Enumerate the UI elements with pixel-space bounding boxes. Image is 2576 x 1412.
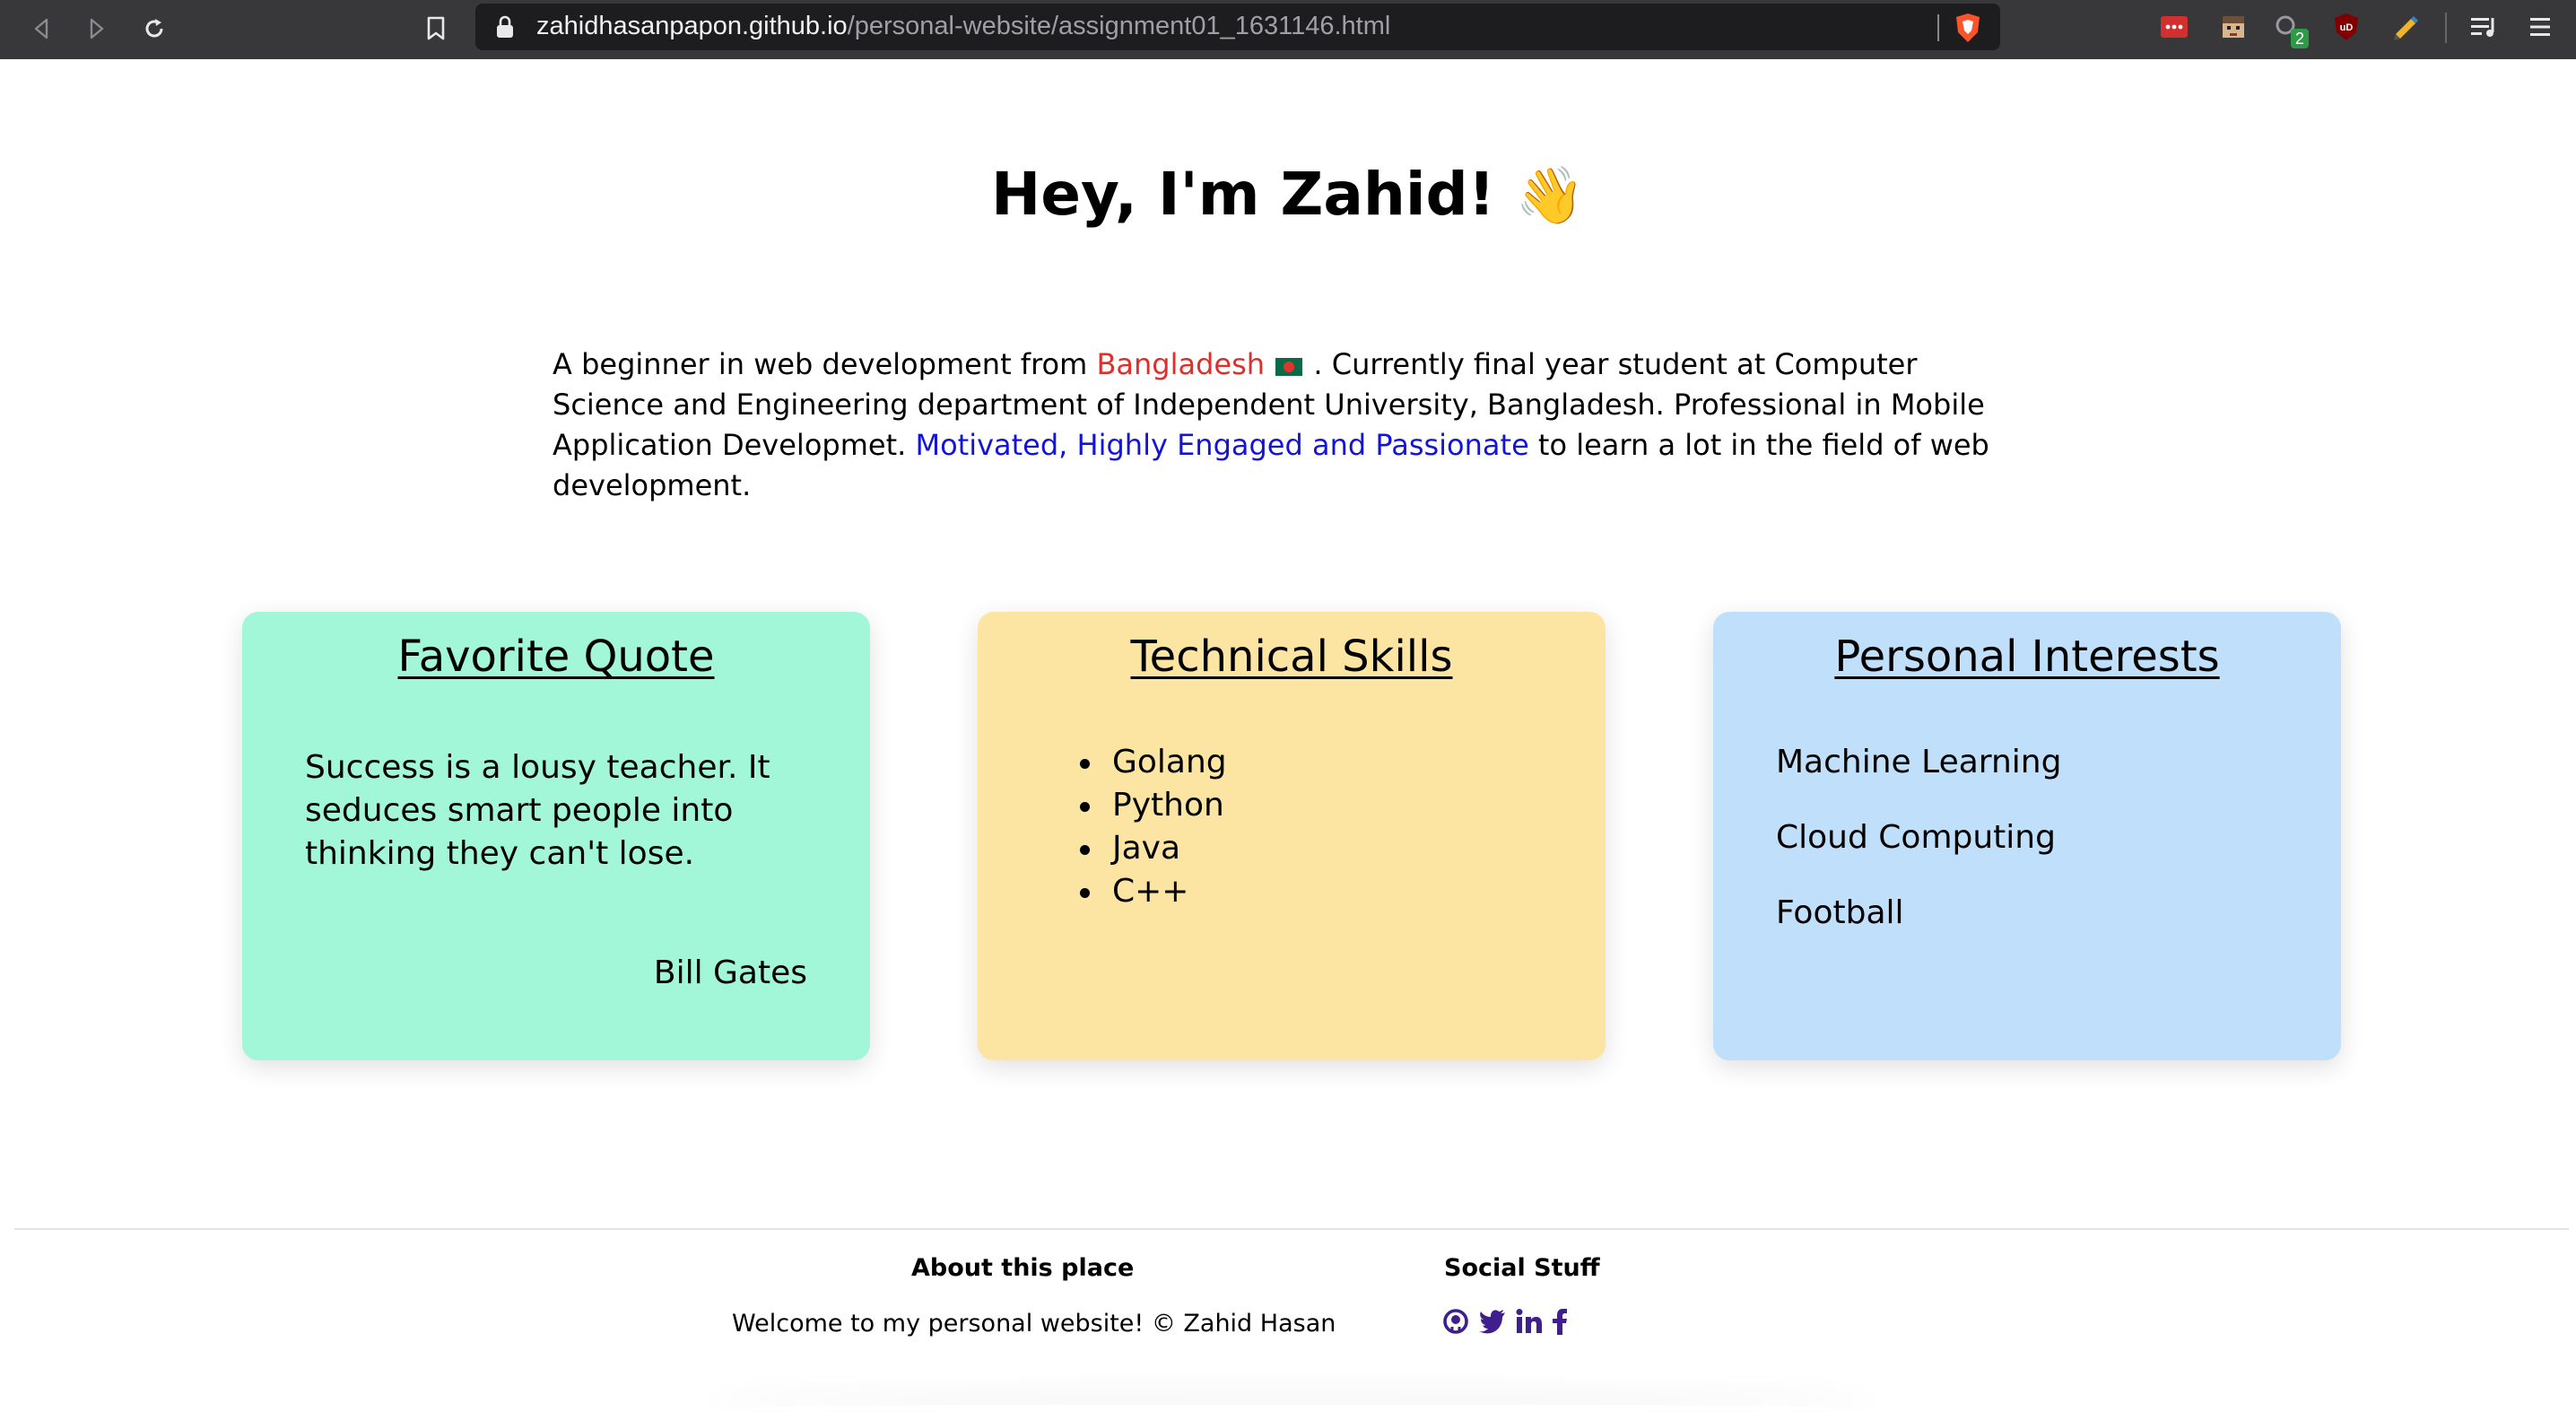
- lock-icon: [497, 15, 513, 38]
- skill-item: Golang: [1080, 741, 1227, 784]
- github-icon: [1443, 1309, 1468, 1334]
- quote-text: Success is a lousy teacher. It seduces s…: [305, 749, 770, 872]
- linkedin-icon: [1516, 1309, 1542, 1333]
- page-content: Hey, I'm Zahid! 👋 A beginner in web deve…: [0, 59, 2576, 1412]
- bangladesh-flag-icon: [1275, 358, 1303, 376]
- twitter-icon: [1479, 1310, 1505, 1334]
- bookmark-icon: [427, 16, 445, 40]
- back-arrow-icon: [34, 18, 48, 39]
- menu-icon[interactable]: [2524, 11, 2556, 43]
- about-text: Welcome to my personal website! © Zahid …: [732, 1310, 1336, 1338]
- url-separator: [1937, 14, 1939, 41]
- bottom-shadow: [700, 1405, 1884, 1412]
- forward-button[interactable]: [79, 11, 115, 47]
- url-text: zahidhasanpapon.github.io/personal-websi…: [536, 12, 1390, 41]
- page-title: Hey, I'm Zahid! 👋: [0, 160, 2576, 229]
- brave-shield-icon[interactable]: [1954, 13, 1982, 43]
- country-name: Bangladesh: [1096, 347, 1266, 381]
- ublock-extension-icon[interactable]: uD: [2330, 11, 2363, 43]
- title-text: Hey, I'm Zahid!: [991, 160, 1495, 229]
- highlight-text: Motivated, Highly Engaged and Passionate: [915, 428, 1529, 462]
- svg-text:uD: uD: [2340, 22, 2354, 33]
- reload-button[interactable]: [136, 11, 172, 47]
- interests-list: Machine Learning Cloud Computing Footbal…: [1776, 741, 2061, 967]
- linkedin-link[interactable]: [1516, 1309, 1543, 1334]
- interest-item: Machine Learning: [1776, 744, 2062, 780]
- address-bar[interactable]: zahidhasanpapon.github.io/personal-websi…: [475, 4, 2000, 50]
- url-host: zahidhasanpapon.github.io: [536, 12, 848, 40]
- intro-paragraph: A beginner in web development from Bangl…: [553, 344, 2023, 506]
- skill-item: Java: [1080, 827, 1227, 870]
- facebook-icon: [1553, 1309, 1567, 1335]
- personal-interests-card: Personal Interests Machine Learning Clou…: [1713, 612, 2341, 1060]
- skill-item: C++: [1080, 870, 1227, 913]
- pen-extension-icon[interactable]: [2389, 11, 2422, 43]
- quote-card-title: Favorite Quote: [397, 632, 715, 682]
- github-link[interactable]: [1442, 1308, 1469, 1335]
- interest-item: Football: [1776, 894, 1904, 931]
- interest-item: Cloud Computing: [1776, 819, 2056, 856]
- footer-divider: [14, 1228, 2569, 1230]
- skills-card-title: Technical Skills: [1130, 632, 1453, 682]
- about-title: About this place: [911, 1254, 1135, 1282]
- media-controls-icon[interactable]: [2468, 11, 2501, 43]
- forward-arrow-icon: [90, 18, 104, 39]
- intro-text-1: A beginner in web development from: [553, 347, 1097, 381]
- skills-list: Golang Python Java C++: [1080, 741, 1227, 913]
- quote-author: Bill Gates: [653, 954, 807, 991]
- character-extension-icon[interactable]: [2217, 11, 2250, 43]
- extension-badge: 2: [2291, 29, 2310, 48]
- technical-skills-card: Technical Skills Golang Python Java C++: [978, 612, 1606, 1060]
- browser-toolbar: zahidhasanpapon.github.io/personal-websi…: [0, 0, 2576, 59]
- bookmark-button[interactable]: [418, 11, 454, 47]
- twitter-link[interactable]: [1478, 1309, 1507, 1334]
- facebook-link[interactable]: [1552, 1308, 1568, 1335]
- social-title: Social Stuff: [1444, 1254, 1600, 1282]
- url-path: /personal-website/assignment01_1631146.h…: [847, 12, 1391, 40]
- waving-hand-icon: 👋: [1515, 162, 1585, 228]
- social-links: [1442, 1308, 1568, 1335]
- password-manager-extension-icon[interactable]: [2158, 11, 2190, 43]
- toolbar-separator: [2445, 13, 2447, 43]
- back-button[interactable]: [23, 11, 59, 47]
- skill-item: Python: [1080, 784, 1227, 827]
- reload-icon: [145, 19, 163, 38]
- interests-card-title: Personal Interests: [1834, 632, 2220, 682]
- favorite-quote-card: Favorite Quote Success is a lousy teache…: [242, 612, 870, 1060]
